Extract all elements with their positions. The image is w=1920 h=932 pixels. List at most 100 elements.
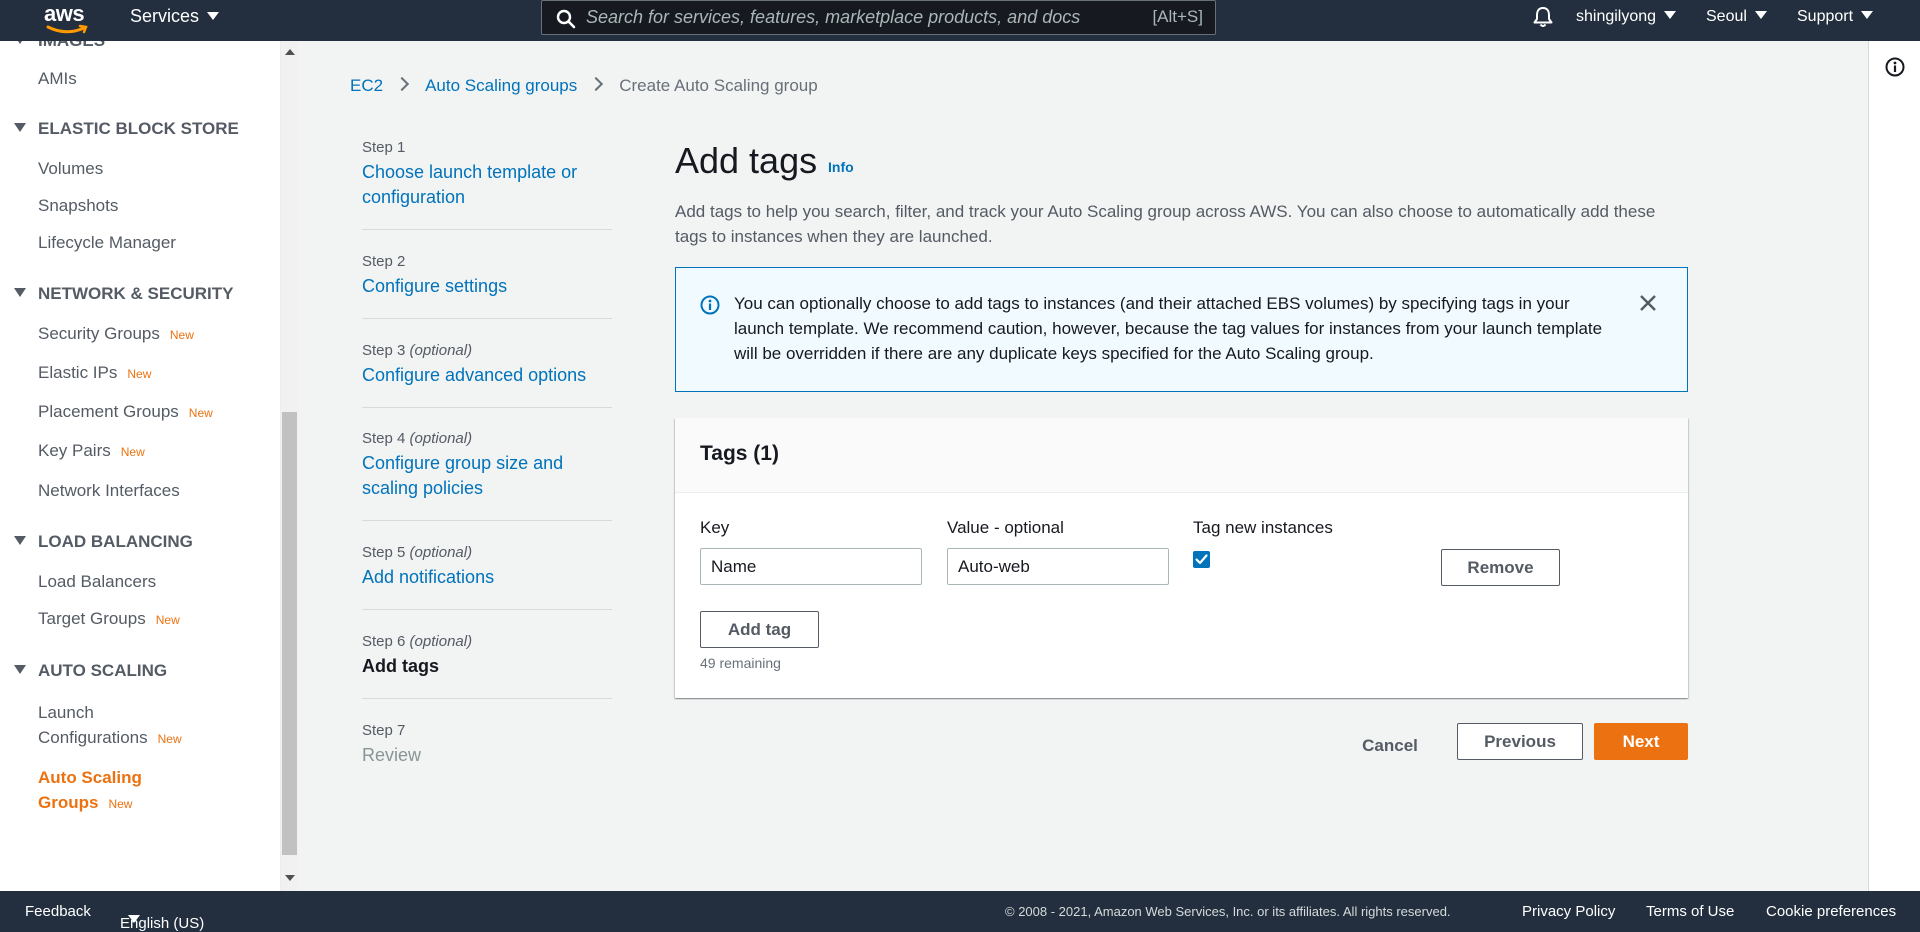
info-link[interactable]: Info [828,159,854,175]
tag-new-instances-checkbox[interactable] [1193,551,1210,568]
step-link-configure-group-size[interactable]: Configure group size and scaling policies [362,451,612,501]
search-shortcut-hint: [Alt+S] [1152,7,1203,26]
sidebar-item-auto-scaling-groups[interactable]: Auto Scaling Groups New [38,765,142,817]
cancel-button[interactable]: Cancel [1350,727,1430,764]
tag-value-input[interactable] [947,548,1169,585]
region-label: Seoul [1706,8,1747,25]
chevron-right-icon [395,76,410,92]
feedback-link[interactable]: Feedback [25,903,91,920]
terms-of-use-link[interactable]: Terms of Use [1646,903,1734,920]
info-circle-icon[interactable] [1885,57,1905,77]
wizard-step-7: Step 7 Review [362,722,612,768]
caret-down-icon [207,12,220,20]
sidebar-item-target-groups[interactable]: Target Groups New [38,609,180,629]
region-menu[interactable]: Seoul [1706,0,1767,41]
remove-tag-button[interactable]: Remove [1441,549,1560,586]
sidebar-item-lifecycle-manager[interactable]: Lifecycle Manager [38,233,176,253]
account-menu[interactable]: shingilyong [1576,0,1677,41]
sidebar-item-amis[interactable]: AMIs [38,69,77,89]
info-circle-icon [700,295,720,315]
services-menu[interactable]: Services [130,0,220,41]
search-box[interactable]: [Alt+S] [541,0,1216,35]
step-label: Step 2 [362,253,406,270]
wizard-step-2: Step 2 Configure settings [362,253,612,299]
step-label: Step 7 [362,722,406,739]
sidebar-scrollbar-thumb[interactable] [282,412,297,855]
sidebar-item-load-balancers[interactable]: Load Balancers [38,572,156,592]
chevron-right-icon [589,76,604,92]
sidebar-item-network-interfaces[interactable]: Network Interfaces [38,481,180,501]
new-badge: New [157,732,182,746]
aws-smile-icon [46,24,88,34]
step-label: Step 3 (optional) [362,342,473,359]
collapse-triangle-icon [14,288,26,297]
add-tag-button[interactable]: Add tag [700,611,819,648]
step-divider [362,520,612,521]
tag-key-input[interactable] [700,548,922,585]
sidebar-section-images[interactable]: IMAGES [14,41,105,51]
new-badge: New [108,797,133,811]
checkmark-icon [1195,554,1208,565]
step-link-choose-launch-template[interactable]: Choose launch template or configuration [362,160,612,210]
wizard-step-1: Step 1 Choose launch template or configur… [362,139,612,210]
previous-button[interactable]: Previous [1457,723,1583,760]
sidebar-item-snapshots[interactable]: Snapshots [38,196,118,216]
scroll-up-arrow-icon[interactable] [285,49,295,55]
step-link-configure-advanced-options[interactable]: Configure advanced options [362,363,612,388]
account-username: shingilyong [1576,8,1657,25]
step-divider [362,698,612,699]
tags-container: Tags (1) Key Value - optional Tag new in… [675,418,1688,698]
support-label: Support [1797,8,1854,25]
tags-remaining-count: 49 remaining [700,655,781,671]
left-sidebar: IMAGES AMIs ELASTIC BLOCK STORE Volumes … [0,41,281,891]
copyright-text: © 2008 - 2021, Amazon Web Services, Inc.… [1005,904,1451,919]
wizard-step-6: Step 6 (optional) Add tags [362,633,612,679]
tag-new-instances-label: Tag new instances [1193,518,1333,537]
sidebar-item-key-pairs[interactable]: Key Pairs New [38,441,145,461]
sidebar-section-ebs[interactable]: ELASTIC BLOCK STORE [14,119,239,139]
search-input[interactable] [586,1,1106,34]
support-menu[interactable]: Support [1797,0,1874,41]
sidebar-item-placement-groups[interactable]: Placement Groups New [38,402,213,422]
sidebar-item-volumes[interactable]: Volumes [38,159,103,179]
step-divider [362,318,612,319]
step-link-configure-settings[interactable]: Configure settings [362,274,612,299]
alert-text: You can optionally choose to add tags to… [734,294,1603,363]
footer: Feedback English (US) © 2008 - 2021, Ama… [0,891,1920,932]
top-navigation: aws Services [Alt+S] shingilyong Seoul S… [0,0,1920,41]
breadcrumb-ec2[interactable]: EC2 [350,76,383,95]
sidebar-item-launch-configurations[interactable]: Launch Configurations New [38,700,182,752]
sidebar-section-load-balancing[interactable]: LOAD BALANCING [14,532,193,552]
privacy-policy-link[interactable]: Privacy Policy [1522,903,1615,920]
collapse-triangle-icon [14,665,26,674]
value-label: Value - optional [947,518,1064,537]
next-button[interactable]: Next [1594,723,1688,760]
sidebar-item-elastic-ips[interactable]: Elastic IPs New [38,363,151,383]
collapse-triangle-icon [14,41,26,44]
step-link-add-notifications[interactable]: Add notifications [362,565,612,590]
close-icon[interactable] [1639,294,1657,312]
sidebar-section-auto-scaling[interactable]: AUTO SCALING [14,661,167,681]
page-description: Add tags to help you search, filter, and… [675,202,1656,246]
help-panel-rail [1868,41,1920,891]
caret-down-icon [1861,11,1874,19]
info-alert: You can optionally choose to add tags to… [675,267,1688,392]
breadcrumb-current: Create Auto Scaling group [619,76,818,95]
caret-down-icon [1664,11,1677,19]
sidebar-item-security-groups[interactable]: Security Groups New [38,324,194,344]
scroll-down-arrow-icon[interactable] [285,875,295,881]
sidebar-section-network-security[interactable]: NETWORK & SECURITY [14,284,234,304]
aws-logo[interactable]: aws [44,2,90,38]
wizard-step-4: Step 4 (optional) Configure group size a… [362,430,612,501]
step-divider [362,609,612,610]
breadcrumb-auto-scaling-groups[interactable]: Auto Scaling groups [425,76,577,95]
new-badge: New [188,406,213,420]
step-label: Step 5 (optional) [362,544,473,561]
new-badge: New [169,328,194,342]
step-current-add-tags: Add tags [362,656,440,676]
step-divider [362,229,612,230]
notifications-bell-icon[interactable] [1532,5,1554,29]
step-label: Step 1 [362,139,406,156]
step-label: Step 6 (optional) [362,633,473,650]
cookie-preferences-link[interactable]: Cookie preferences [1766,903,1896,920]
